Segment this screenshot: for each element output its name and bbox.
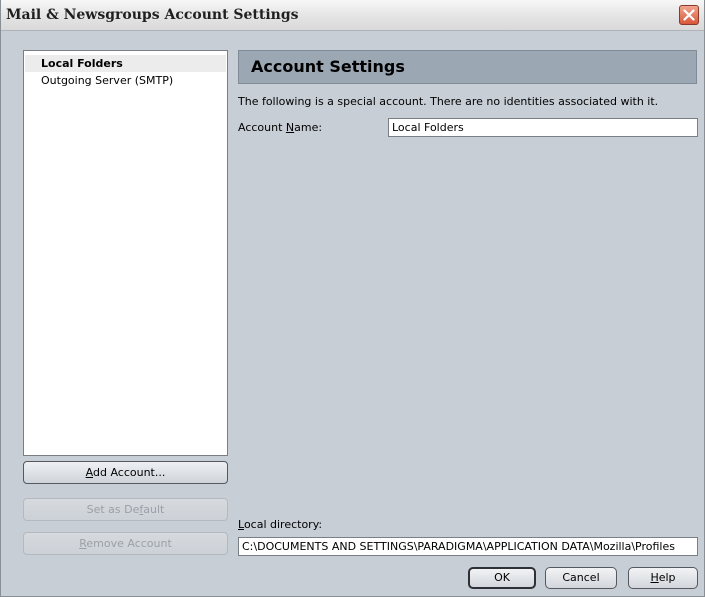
access-key: A <box>85 466 93 479</box>
account-item-local-folders[interactable]: Local Folders <box>25 55 226 72</box>
button-label-part: elp <box>658 571 676 584</box>
local-directory-label: Local directory: <box>238 518 322 531</box>
button-label-part: dd Account... <box>92 466 166 479</box>
account-item-label: Outgoing Server (SMTP) <box>41 74 174 87</box>
local-directory-field[interactable]: C:\DOCUMENTS AND SETTINGS\PARADIGMA\APPL… <box>238 537 698 556</box>
settings-dialog: Mail & Newsgroups Account Settings Local… <box>0 0 705 597</box>
ok-button[interactable]: OK <box>468 567 536 589</box>
label-part: Account <box>238 121 286 134</box>
label-part: ocal directory: <box>243 518 323 531</box>
account-item-outgoing-server[interactable]: Outgoing Server (SMTP) <box>25 72 226 89</box>
window-title: Mail & Newsgroups Account Settings <box>6 7 299 23</box>
close-button[interactable] <box>679 5 699 25</box>
button-label-part: emove Account <box>86 537 172 550</box>
close-icon <box>683 9 695 21</box>
help-button[interactable]: Help <box>628 567 698 589</box>
account-item-label: Local Folders <box>41 57 123 70</box>
add-account-button[interactable]: Add Account... <box>23 461 228 484</box>
account-info-text: The following is a special account. Ther… <box>238 95 659 108</box>
title-bar[interactable]: Mail & Newsgroups Account Settings <box>1 0 704 31</box>
access-key: N <box>285 121 295 134</box>
set-as-default-button[interactable]: Set as Default <box>23 498 228 521</box>
page-title: Account Settings <box>251 57 405 76</box>
account-name-field[interactable]: Local Folders <box>388 118 698 137</box>
label-part: ame: <box>294 121 323 134</box>
cancel-button[interactable]: Cancel <box>545 567 617 589</box>
button-label-part: Set as De <box>86 503 140 516</box>
panel-header: Account Settings <box>238 50 697 84</box>
button-label-part: ault <box>143 503 165 516</box>
accounts-list[interactable]: Local Folders Outgoing Server (SMTP) <box>23 50 228 456</box>
access-key: H <box>650 571 659 584</box>
account-name-label: Account Name: <box>238 121 322 134</box>
remove-account-button[interactable]: Remove Account <box>23 532 228 555</box>
